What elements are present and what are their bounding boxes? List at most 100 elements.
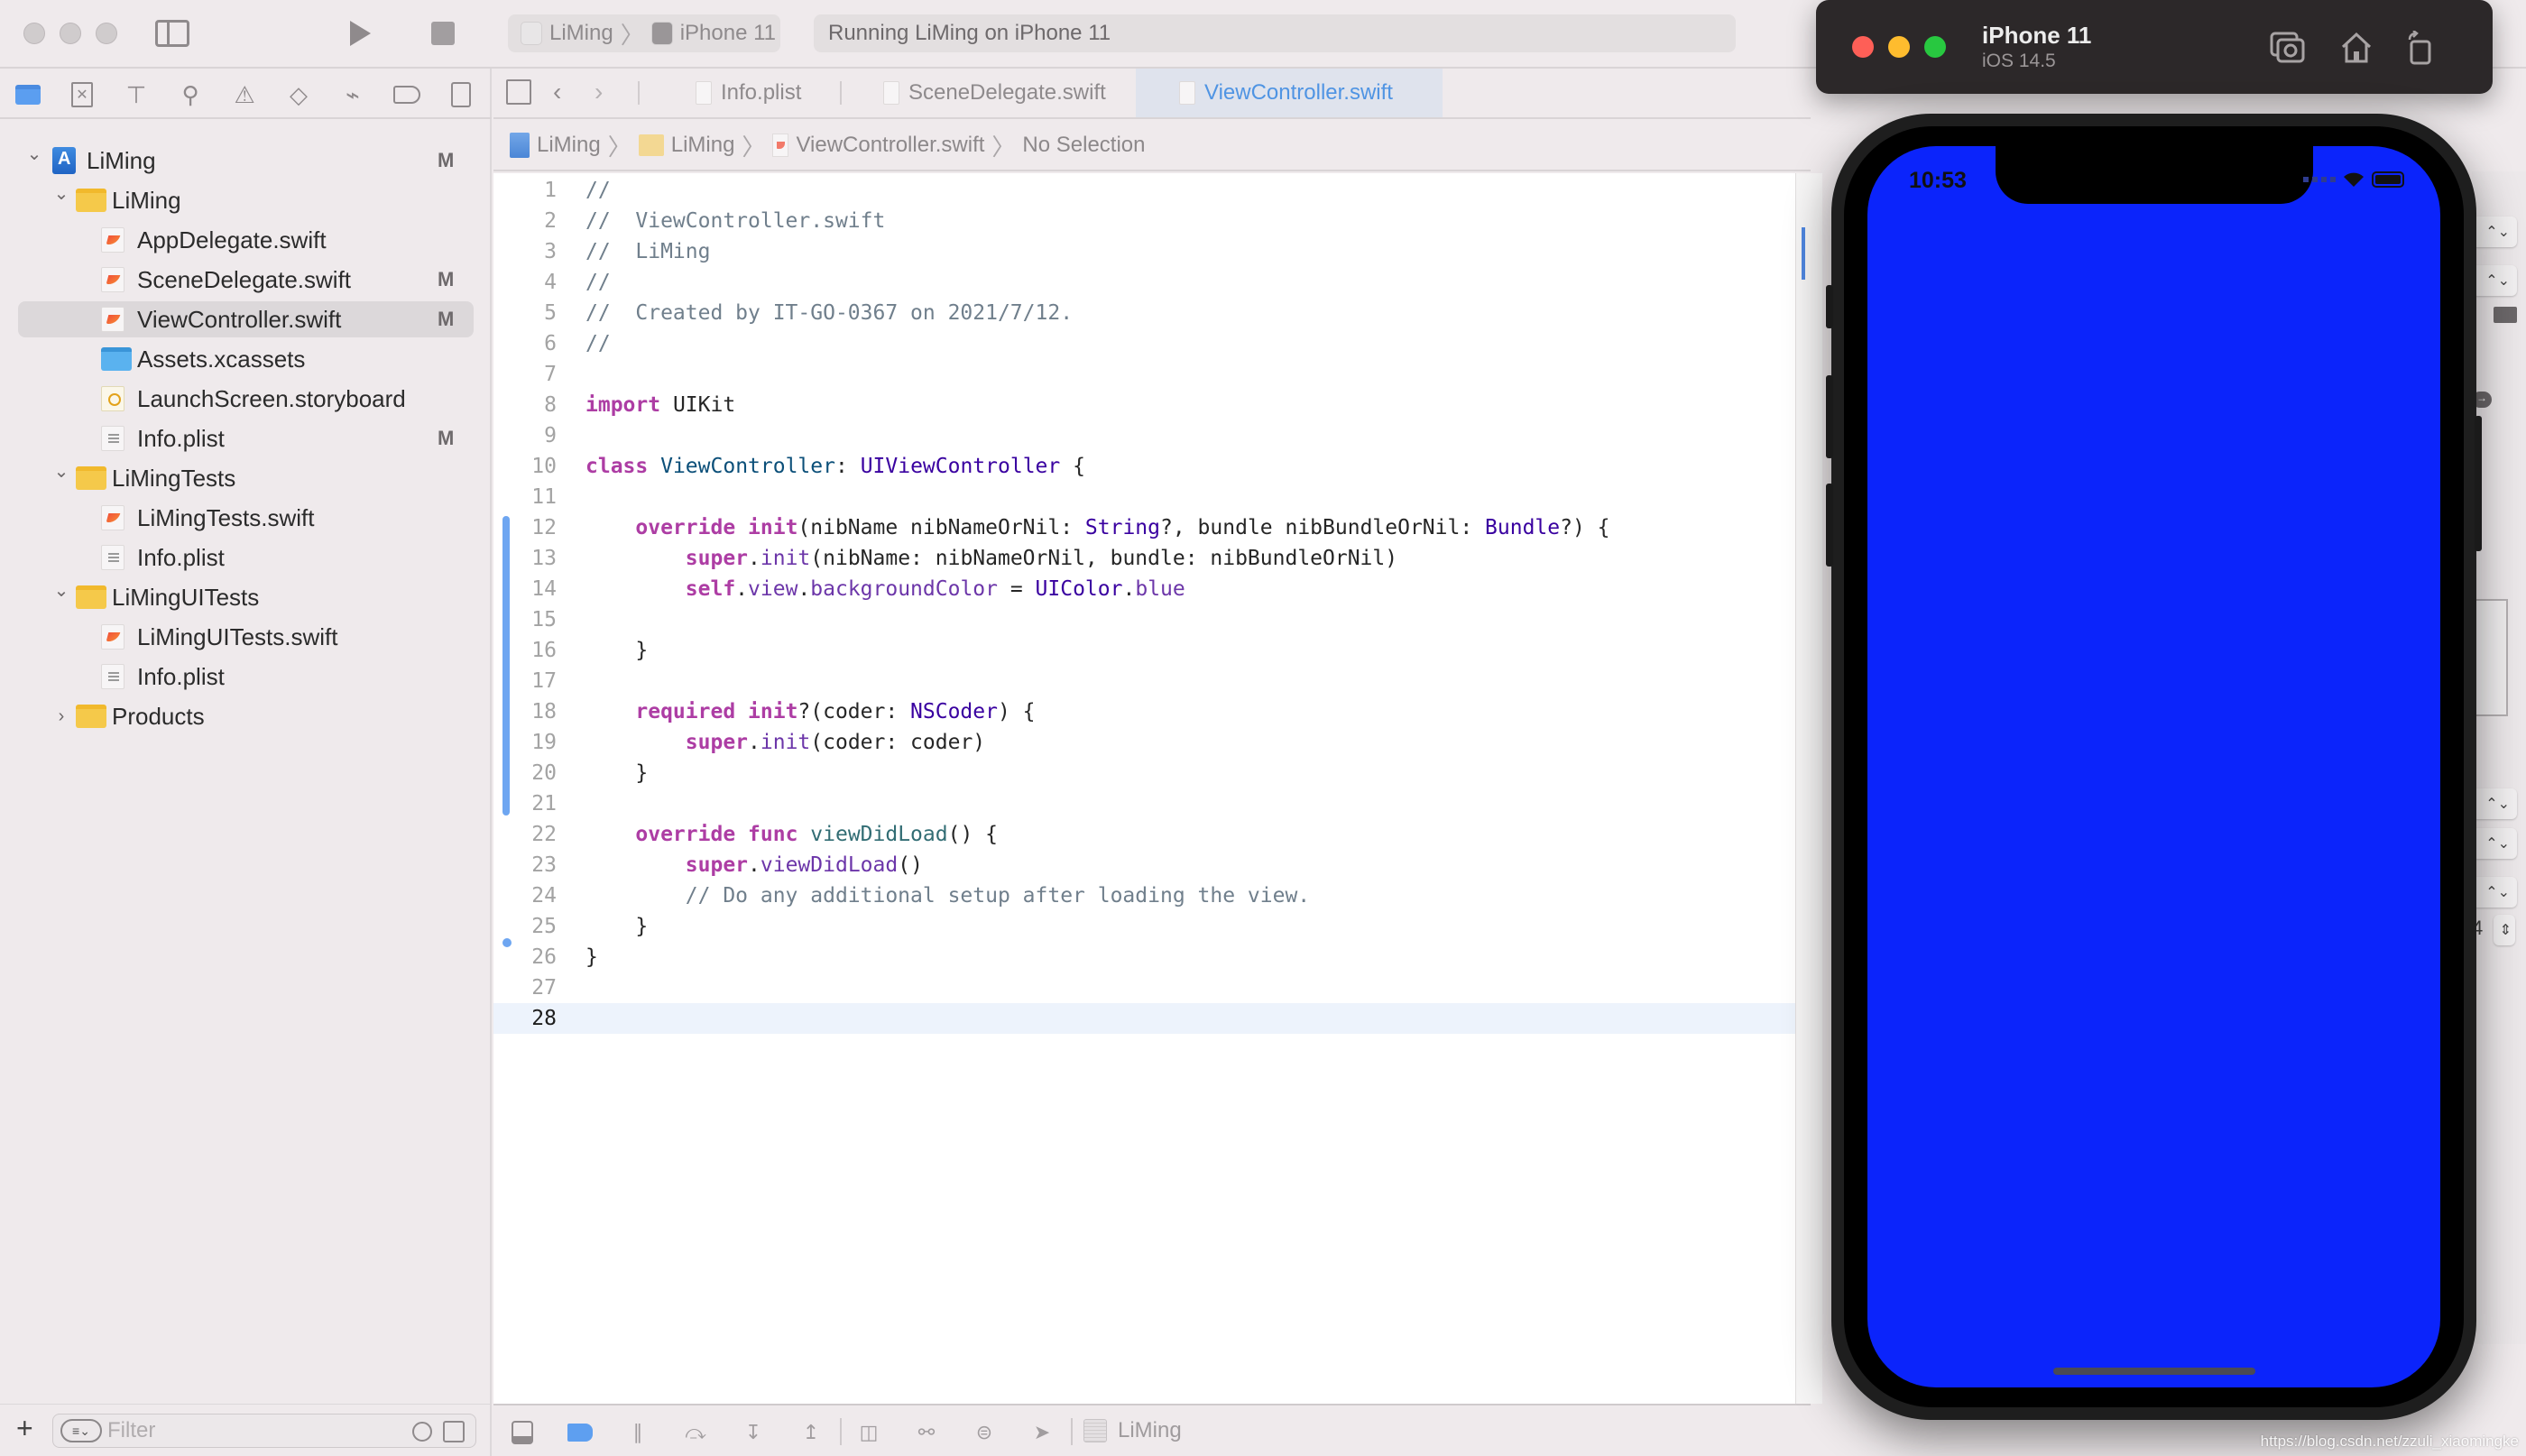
code-line[interactable]: 18 required init?(coder: NSCoder) {	[493, 696, 1795, 727]
tree-item[interactable]: LiMingUITests.swift	[0, 617, 492, 657]
hide-debug-area-icon[interactable]	[510, 1420, 535, 1445]
inspector-popup[interactable]: ⌃⌄	[2472, 217, 2517, 247]
home-indicator[interactable]	[2052, 1368, 2255, 1375]
add-file-button[interactable]: +	[16, 1412, 33, 1445]
tree-item[interactable]: Assets.xcassets	[0, 339, 492, 379]
breadcrumb-item[interactable]: LiMing	[537, 133, 601, 158]
folder-icon[interactable]	[2494, 307, 2517, 323]
tree-item[interactable]: Info.plist	[0, 538, 492, 577]
view-hierarchy-icon[interactable]: ◫	[856, 1420, 881, 1445]
editor-tab[interactable]: ViewController.swift	[1136, 69, 1443, 117]
code-line[interactable]: 10 class ViewController: UIViewController…	[493, 451, 1795, 482]
code-line[interactable]: 13 super.init(nibName: nibNameOrNil, bun…	[493, 543, 1795, 574]
inspector-popup[interactable]: ⌃⌄	[2472, 828, 2517, 859]
breadcrumb-item[interactable]: ViewController.swift	[796, 133, 984, 158]
back-icon[interactable]: ‹	[553, 78, 561, 106]
minimize-button[interactable]	[60, 23, 81, 44]
warning-icon[interactable]: ⚠	[231, 81, 258, 108]
tree-item[interactable]: ⌄ LiMingTests	[0, 458, 492, 498]
code-line[interactable]: 19 super.init(coder: coder)	[493, 727, 1795, 758]
tree-item[interactable]: ⌄ LiMingUITests	[0, 577, 492, 617]
tree-item[interactable]: Info.plist M	[0, 419, 492, 458]
inspector-text-area[interactable]	[2472, 599, 2508, 716]
simulator-zoom-button[interactable]	[1924, 36, 1946, 58]
chevron-down-icon[interactable]: ⌄	[51, 579, 72, 602]
code-line[interactable]: 15	[493, 604, 1795, 635]
stop-button[interactable]	[431, 22, 455, 45]
code-line[interactable]: 14 self.view.backgroundColor = UIColor.b…	[493, 574, 1795, 604]
environment-overrides-icon[interactable]: ⊜	[972, 1420, 997, 1445]
code-line[interactable]: 24 // Do any additional setup after load…	[493, 880, 1795, 911]
test-icon[interactable]: ◇	[285, 81, 312, 108]
mute-switch[interactable]	[1826, 285, 1833, 328]
related-items-icon[interactable]	[506, 79, 531, 105]
volume-down-button[interactable]	[1826, 484, 1833, 567]
source-control-filter-icon[interactable]	[443, 1421, 465, 1442]
debug-icon[interactable]: ⌁	[339, 81, 366, 108]
home-icon[interactable]	[2337, 31, 2375, 65]
code-line[interactable]: 25 }	[493, 911, 1795, 942]
inspector-popup[interactable]: ⌃⌄	[2472, 265, 2517, 296]
tree-item[interactable]: ⌄ LiMing M	[0, 141, 492, 180]
code-line[interactable]: 16 }	[493, 635, 1795, 666]
close-button[interactable]	[23, 23, 45, 44]
inspector-popup[interactable]: ⌃⌄	[2472, 877, 2517, 908]
hierarchy-icon[interactable]: ⊤	[123, 81, 150, 108]
tree-item[interactable]: ViewController.swift M	[0, 299, 492, 339]
filter-options-icon[interactable]: ≡⌄	[60, 1419, 102, 1442]
code-line[interactable]: 11	[493, 482, 1795, 512]
code-line[interactable]: 20 }	[493, 758, 1795, 788]
minimap[interactable]	[1795, 173, 1822, 1404]
zoom-button[interactable]	[96, 23, 117, 44]
filter-field[interactable]: ≡⌄ Filter	[52, 1414, 476, 1448]
folder-icon[interactable]	[14, 81, 41, 108]
memory-graph-icon[interactable]: ⚯	[914, 1420, 939, 1445]
chevron-right-icon[interactable]: ›	[51, 706, 72, 727]
toggle-navigator-icon[interactable]	[155, 20, 189, 47]
code-line[interactable]: 12 override init(nibName nibNameOrNil: S…	[493, 512, 1795, 543]
chevron-down-icon[interactable]: ⌄	[51, 460, 72, 483]
tree-item[interactable]: LiMingTests.swift	[0, 498, 492, 538]
step-into-icon[interactable]: ↧	[741, 1420, 766, 1445]
run-button[interactable]	[346, 20, 373, 47]
source-editor[interactable]: 1 // 2 // ViewController.swift 3 // LiMing 4 //…	[493, 173, 1795, 1404]
tree-item[interactable]: ⌄ LiMing	[0, 180, 492, 220]
breadcrumb-item[interactable]: LiMing	[671, 133, 735, 158]
tree-item[interactable]: LaunchScreen.storyboard	[0, 379, 492, 419]
report-icon[interactable]	[447, 81, 475, 108]
screenshot-icon[interactable]	[2269, 31, 2307, 65]
forward-icon[interactable]: ›	[595, 78, 603, 106]
code-line[interactable]: 7	[493, 359, 1795, 390]
code-line[interactable]: 26}	[493, 942, 1795, 972]
step-out-icon[interactable]: ↥	[798, 1420, 824, 1445]
volume-up-button[interactable]	[1826, 375, 1833, 458]
side-button[interactable]	[2475, 416, 2482, 551]
code-line[interactable]: 6 //	[493, 328, 1795, 359]
breadcrumb-item[interactable]: No Selection	[1022, 133, 1145, 158]
tree-item[interactable]: Info.plist	[0, 657, 492, 696]
editor-tab[interactable]: SceneDelegate.swift	[862, 69, 1123, 117]
tree-item[interactable]: AppDelegate.swift	[0, 220, 492, 260]
code-line[interactable]: 2 // ViewController.swift	[493, 206, 1795, 236]
chevron-down-icon[interactable]: ⌄	[23, 143, 45, 165]
tree-item[interactable]: SceneDelegate.swift M	[0, 260, 492, 299]
recent-files-icon[interactable]	[412, 1422, 432, 1442]
code-line[interactable]: 5 // Created by IT-GO-0367 on 2021/7/12.	[493, 298, 1795, 328]
simulator-close-button[interactable]	[1852, 36, 1874, 58]
scheme-device[interactable]: iPhone 11	[680, 21, 776, 46]
scheme-selector[interactable]: LiMing 〉 iPhone 11	[508, 14, 780, 52]
editor-tab[interactable]: Info.plist	[674, 69, 827, 117]
code-line[interactable]: 1 //	[493, 175, 1795, 206]
code-line[interactable]: 22 override func viewDidLoad() {	[493, 819, 1795, 850]
code-line[interactable]: 28	[493, 1003, 1795, 1034]
breakpoint-icon[interactable]	[393, 81, 420, 108]
code-line[interactable]: 21	[493, 788, 1795, 819]
simulator-screen[interactable]: 10:53	[1867, 146, 2440, 1387]
simulate-location-icon[interactable]: ➤	[1029, 1420, 1055, 1445]
step-over-icon[interactable]: ⤼	[683, 1420, 708, 1445]
code-line[interactable]: 4 //	[493, 267, 1795, 298]
inspector-popup[interactable]: ⌃⌄	[2472, 788, 2517, 819]
pause-icon[interactable]: ∥	[625, 1420, 650, 1445]
inspector-stepper[interactable]: ⇕	[2494, 915, 2515, 945]
simulator-minimize-button[interactable]	[1888, 36, 1910, 58]
